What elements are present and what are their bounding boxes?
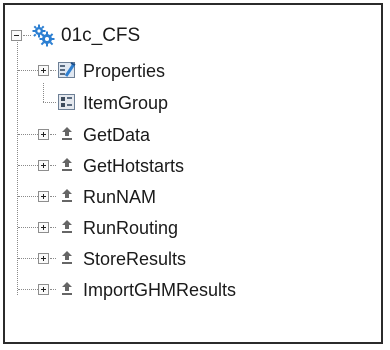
tool-icon <box>62 220 72 233</box>
tool-icon <box>62 189 72 202</box>
tree-node-label: GetData <box>83 125 151 145</box>
tree-connector-line <box>18 289 38 290</box>
expand-toggle[interactable] <box>38 253 49 264</box>
tree-node-getdata[interactable]: GetData <box>5 121 381 151</box>
tree-connector-line <box>43 102 56 103</box>
tree-connector-line <box>50 196 56 197</box>
tree-node-label: RunRouting <box>83 218 179 238</box>
tree-connector-line <box>18 134 38 135</box>
expand-toggle[interactable] <box>38 160 49 171</box>
tool-icon <box>62 251 72 264</box>
tree-connector-line <box>18 258 38 259</box>
tree-node-label: ImportGHMResults <box>83 280 237 300</box>
tool-icon <box>62 127 72 140</box>
gear-cluster-icon <box>32 24 55 47</box>
collapse-toggle[interactable] <box>11 30 22 41</box>
expand-toggle[interactable] <box>38 222 49 233</box>
tree-connector-line <box>50 134 56 135</box>
tree-node-storeresults[interactable]: StoreResults <box>5 245 381 275</box>
expand-toggle[interactable] <box>38 129 49 140</box>
tree-node-label: GetHotstarts <box>83 156 185 176</box>
tree-connector-line <box>50 289 56 290</box>
tree-node-label: Properties <box>83 61 166 81</box>
tree-connector-line <box>43 83 44 102</box>
tree-node-label: StoreResults <box>83 249 187 269</box>
expand-toggle[interactable] <box>38 284 49 295</box>
tool-icon <box>62 282 72 295</box>
tree-connector-line <box>18 196 38 197</box>
tree-node-gethotstarts[interactable]: GetHotstarts <box>5 152 381 182</box>
tree-view[interactable]: 01c_CFS Properties ItemGroup GetData Get… <box>5 5 381 342</box>
expand-toggle[interactable] <box>38 65 49 76</box>
tree-node-label: 01c_CFS <box>61 25 141 46</box>
tree-node-runrouting[interactable]: RunRouting <box>5 214 381 244</box>
tree-node-label: RunNAM <box>83 187 157 207</box>
tree-connector-line <box>23 35 31 36</box>
tree-connector-line <box>50 165 56 166</box>
tree-node-itemgroup[interactable]: ItemGroup <box>5 83 381 119</box>
expand-toggle[interactable] <box>38 191 49 202</box>
tree-connector-line <box>18 227 38 228</box>
tree-node-properties[interactable]: Properties <box>5 57 381 87</box>
tree-connector-line <box>50 70 56 71</box>
tree-node-runnam[interactable]: RunNAM <box>5 183 381 213</box>
tree-connector-line <box>18 70 38 71</box>
tree-panel: 01c_CFS Properties ItemGroup GetData Get… <box>3 3 383 344</box>
item-group-icon <box>58 94 75 110</box>
properties-icon <box>58 62 76 78</box>
tree-connector-line <box>50 227 56 228</box>
tree-connector-line <box>50 258 56 259</box>
tool-icon <box>62 158 72 171</box>
tree-connector-line <box>18 165 38 166</box>
tree-node-root[interactable]: 01c_CFS <box>5 22 381 52</box>
tree-node-importghmresults[interactable]: ImportGHMResults <box>5 276 381 306</box>
tree-node-label: ItemGroup <box>83 93 169 113</box>
